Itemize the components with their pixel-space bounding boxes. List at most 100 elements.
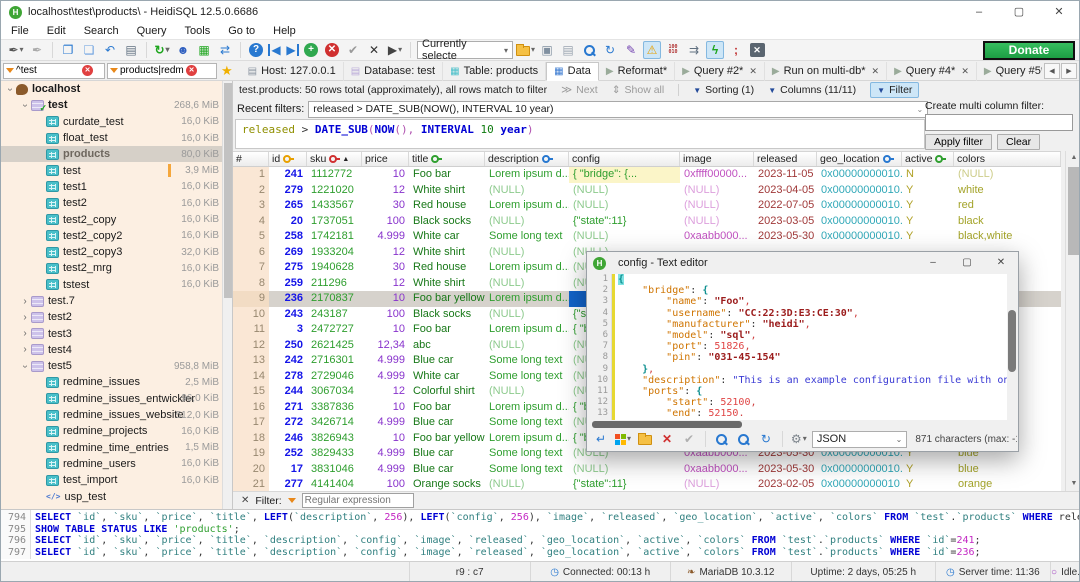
grid-cell[interactable]: 0xffff00000... bbox=[680, 167, 754, 183]
grid-cell[interactable]: 4.999 bbox=[362, 369, 409, 385]
grid-cell[interactable]: 2022-07-05 bbox=[754, 198, 817, 214]
refresh-icon[interactable]: ↻▾ bbox=[153, 41, 171, 59]
grid-cell[interactable]: Y bbox=[902, 462, 954, 478]
grid-cell[interactable]: Red house bbox=[409, 260, 485, 276]
grid-cell[interactable]: 1737051 bbox=[307, 214, 362, 230]
grid-cell[interactable]: 278 bbox=[269, 369, 307, 385]
grid-cell[interactable]: white bbox=[954, 183, 1061, 199]
grid-cell[interactable]: (NULL) bbox=[569, 198, 680, 214]
delete-row-icon[interactable]: ✕ bbox=[323, 41, 341, 59]
grid-cell[interactable]: 5 bbox=[233, 229, 269, 245]
tab-table-products[interactable]: ▦Table: products bbox=[443, 62, 546, 81]
grid-cell[interactable]: (NULL) bbox=[485, 214, 569, 230]
column-header-sku[interactable]: sku▲ bbox=[307, 152, 362, 166]
tab-close-icon[interactable]: ✕ bbox=[872, 66, 880, 77]
grid-cell[interactable]: {"state":11} bbox=[569, 214, 680, 230]
grid-cell[interactable]: 271 bbox=[269, 400, 307, 416]
help-icon[interactable]: ? bbox=[247, 41, 265, 59]
grid-cell[interactable]: 252 bbox=[269, 446, 307, 462]
grid-cell[interactable]: 20 bbox=[269, 214, 307, 230]
grid-cell[interactable]: Y bbox=[902, 214, 954, 230]
grid-cell[interactable]: Orange socks bbox=[409, 477, 485, 491]
disconnect-icon[interactable]: ✒ bbox=[28, 41, 46, 59]
grid-cell[interactable]: (NULL) bbox=[569, 462, 680, 478]
expand-caret-icon[interactable]: › bbox=[20, 344, 30, 355]
favorites-icon[interactable]: ★ bbox=[221, 63, 233, 79]
tree-item-test[interactable]: ›test268,6 MiB bbox=[1, 97, 223, 113]
menu-file[interactable]: File bbox=[11, 25, 29, 37]
grid-cell[interactable]: 20 bbox=[233, 462, 269, 478]
grid-cell[interactable]: 211296 bbox=[307, 276, 362, 292]
grid-cell[interactable]: Blue car bbox=[409, 415, 485, 431]
grid-cell[interactable]: Blue car bbox=[409, 446, 485, 462]
column-header-title[interactable]: title bbox=[409, 152, 485, 166]
filter-editor[interactable]: released > DATE_SUB(NOW(), INTERVAL 10 y… bbox=[235, 119, 925, 149]
grid-cell[interactable]: black,white bbox=[954, 229, 1061, 245]
grid-cell[interactable]: Foo bar yellow bbox=[409, 291, 485, 307]
grid-cell[interactable]: (NULL) bbox=[485, 384, 569, 400]
grid-cell[interactable]: White shirt bbox=[409, 276, 485, 292]
tree-item-redmine-issues-entwickler[interactable]: redmine_issues_entwickler96,0 KiB bbox=[1, 391, 223, 407]
tree-filter-input[interactable] bbox=[16, 65, 80, 76]
grid-cell[interactable]: (NULL) bbox=[485, 307, 569, 323]
grid-cell[interactable]: 19 bbox=[233, 446, 269, 462]
grid-cell[interactable]: 100 bbox=[362, 214, 409, 230]
recent-filters-dropdown[interactable]: released > DATE_SUB(NOW(), INTERVAL 10 y… bbox=[308, 101, 928, 118]
grid-cell[interactable]: 100 bbox=[362, 477, 409, 491]
grid-cell[interactable]: { "bridge": {... bbox=[569, 167, 680, 183]
table-row[interactable]: 1241111277210Foo barLorem ipsum d...{ "b… bbox=[233, 167, 1061, 183]
grid-cell[interactable]: 277 bbox=[269, 477, 307, 491]
format-brush-icon[interactable]: ✎ bbox=[622, 41, 640, 59]
grid-cell[interactable]: 12,34 bbox=[362, 338, 409, 354]
grid-cell[interactable]: 1221020 bbox=[307, 183, 362, 199]
tree-item-test-import[interactable]: test_import16,0 KiB bbox=[1, 472, 223, 488]
grid-cell[interactable]: 1742181 bbox=[307, 229, 362, 245]
donate-button[interactable]: Donate bbox=[983, 41, 1075, 60]
grid-cell[interactable]: 2023-05-30 bbox=[754, 229, 817, 245]
grid-cell[interactable]: 1 bbox=[233, 167, 269, 183]
column-header-config[interactable]: config bbox=[569, 152, 680, 166]
tree-item-redmine-issues[interactable]: redmine_issues2,5 MiB bbox=[1, 374, 223, 390]
grid-cell[interactable]: 3387836 bbox=[307, 400, 362, 416]
dialog-title-bar[interactable]: H config - Text editor – ▢ ✕ bbox=[587, 252, 1018, 274]
grid-cell[interactable]: 1112772 bbox=[307, 167, 362, 183]
column-header-id[interactable]: id bbox=[269, 152, 307, 166]
grid-cell[interactable]: 10 bbox=[362, 322, 409, 338]
grid-cell[interactable]: N bbox=[902, 167, 954, 183]
tree-item-test4[interactable]: ›test4 bbox=[1, 342, 223, 358]
column-header-image[interactable]: image bbox=[680, 152, 754, 166]
grid-cell[interactable]: Lorem ipsum d... bbox=[485, 400, 569, 416]
column-header-active[interactable]: active bbox=[902, 152, 954, 166]
column-header-geo_location[interactable]: geo_location bbox=[817, 152, 902, 166]
grid-cell[interactable]: 269 bbox=[269, 245, 307, 261]
grid-cell[interactable]: Black socks bbox=[409, 307, 485, 323]
grid-scrollbar[interactable]: ▲▼ bbox=[1065, 151, 1080, 491]
find-icon[interactable] bbox=[580, 41, 598, 59]
grid-cell[interactable]: Black socks bbox=[409, 214, 485, 230]
table-row[interactable]: 212774141404100Orange socks(NULL){"state… bbox=[233, 477, 1061, 491]
grid-cell[interactable]: Some long text bbox=[485, 415, 569, 431]
grid-cell[interactable]: 9 bbox=[233, 291, 269, 307]
last-row-icon[interactable]: ▶ bbox=[285, 44, 299, 56]
grid-cell[interactable]: 2472727 bbox=[307, 322, 362, 338]
grid-cell[interactable]: Y bbox=[902, 183, 954, 199]
clear-filter-button[interactable]: Clear bbox=[997, 134, 1040, 150]
grid-cell[interactable]: 259 bbox=[269, 276, 307, 292]
grid-cell[interactable]: (NULL) bbox=[485, 338, 569, 354]
grid-cell[interactable]: 4141404 bbox=[307, 477, 362, 491]
grid-cell[interactable]: blue bbox=[954, 462, 1061, 478]
tree-item-redmine-users[interactable]: redmine_users16,0 KiB bbox=[1, 456, 223, 472]
grid-cell[interactable]: 12 bbox=[362, 245, 409, 261]
grid-cell[interactable]: 3829433 bbox=[307, 446, 362, 462]
tree-item-redmine-time-entries[interactable]: redmine_time_entries1,5 MiB bbox=[1, 440, 223, 456]
grid-cell[interactable]: 2023-02-05 bbox=[754, 477, 817, 491]
grid-cell[interactable]: red bbox=[954, 198, 1061, 214]
reformat-icon[interactable]: ⇉ bbox=[685, 41, 703, 59]
tab-query-5-[interactable]: ▶Query #5*✕ bbox=[977, 62, 1042, 81]
tree-item-test2[interactable]: ›test2 bbox=[1, 309, 223, 325]
next-rows-button[interactable]: ≫Next bbox=[561, 84, 598, 96]
grid-cell[interactable]: 10 bbox=[233, 307, 269, 323]
grid-cell[interactable]: abc bbox=[409, 338, 485, 354]
zoom-out-icon[interactable] bbox=[735, 430, 753, 448]
grid-cell[interactable]: 2023-05-30 bbox=[754, 462, 817, 478]
